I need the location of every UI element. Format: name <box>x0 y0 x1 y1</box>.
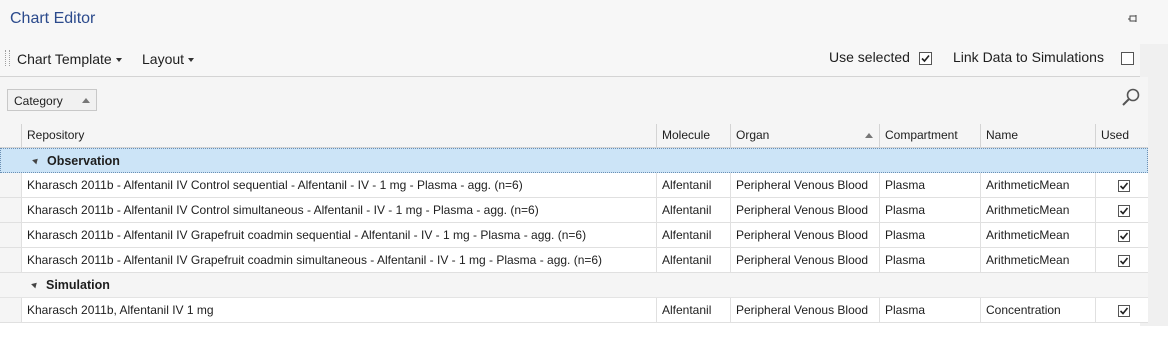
cell-repository: Kharasch 2011b, Alfentanil IV 1 mg <box>21 298 656 322</box>
cell-compartment: Plasma <box>879 198 980 222</box>
cell-compartment: Plasma <box>879 173 980 197</box>
cell-name: ArithmeticMean <box>980 173 1095 197</box>
cell-organ: Peripheral Venous Blood <box>730 223 879 247</box>
row-indent <box>0 173 21 197</box>
checkmark-icon <box>1119 207 1129 215</box>
cell-molecule: Alfentanil <box>656 173 730 197</box>
window-title: Chart Editor <box>10 10 96 27</box>
chart-template-label: Chart Template <box>17 51 112 67</box>
chart-template-menu[interactable]: Chart Template <box>17 48 122 70</box>
cell-molecule: Alfentanil <box>656 298 730 322</box>
cell-repository: Kharasch 2011b - Alfentanil IV Grapefrui… <box>21 223 656 247</box>
sort-ascending-icon <box>865 133 873 138</box>
cell-molecule: Alfentanil <box>656 248 730 272</box>
row-indent <box>0 248 21 272</box>
column-header-used[interactable]: Used <box>1095 124 1148 147</box>
cell-compartment: Plasma <box>879 298 980 322</box>
group-row-observation[interactable]: Observation <box>0 148 1148 173</box>
chevron-down-icon <box>115 58 122 63</box>
cell-name: Concentration <box>980 298 1095 322</box>
used-checkbox[interactable] <box>1118 255 1130 267</box>
group-chip-category[interactable]: Category <box>7 89 97 111</box>
checkmark-icon <box>1119 232 1129 240</box>
use-selected-label: Use selected <box>829 49 910 65</box>
collapse-icon[interactable] <box>32 156 40 165</box>
cell-molecule: Alfentanil <box>656 223 730 247</box>
pin-icon[interactable] <box>1126 12 1140 26</box>
row-indent <box>0 298 21 322</box>
used-checkbox[interactable] <box>1118 230 1130 242</box>
group-row-simulation[interactable]: Simulation <box>0 273 1148 298</box>
table-row[interactable]: Kharasch 2011b - Alfentanil IV Control s… <box>0 198 1148 223</box>
group-by-panel: Category <box>0 77 1148 125</box>
table-row[interactable]: Kharasch 2011b - Alfentanil IV Control s… <box>0 173 1148 198</box>
row-indent <box>0 198 21 222</box>
cell-repository: Kharasch 2011b - Alfentanil IV Control s… <box>21 173 656 197</box>
cell-repository: Kharasch 2011b - Alfentanil IV Grapefrui… <box>21 248 656 272</box>
cell-compartment: Plasma <box>879 248 980 272</box>
cell-repository: Kharasch 2011b - Alfentanil IV Control s… <box>21 198 656 222</box>
cell-organ: Peripheral Venous Blood <box>730 173 879 197</box>
cell-organ: Peripheral Venous Blood <box>730 298 879 322</box>
checkmark-icon <box>1119 307 1129 315</box>
cell-organ: Peripheral Venous Blood <box>730 248 879 272</box>
cell-name: ArithmeticMean <box>980 248 1095 272</box>
column-header-organ-label: Organ <box>736 128 770 142</box>
toolbar: Chart Template Layout Use selected Link … <box>0 44 1140 77</box>
link-data-label: Link Data to Simulations <box>953 49 1104 65</box>
column-header-name[interactable]: Name <box>980 124 1095 147</box>
column-header-organ[interactable]: Organ <box>730 124 879 147</box>
table-row[interactable]: Kharasch 2011b, Alfentanil IV 1 mg Alfen… <box>0 298 1148 323</box>
table-row[interactable]: Kharasch 2011b - Alfentanil IV Grapefrui… <box>0 223 1148 248</box>
group-chip-label: Category <box>14 94 63 108</box>
cell-organ: Peripheral Venous Blood <box>730 198 879 222</box>
group-label: Simulation <box>46 278 110 292</box>
column-header-molecule[interactable]: Molecule <box>656 124 730 147</box>
column-header-repository[interactable]: Repository <box>21 124 656 147</box>
checkmark-icon <box>921 54 930 63</box>
link-data-checkbox[interactable] <box>1121 52 1134 65</box>
checkmark-icon <box>1119 257 1129 265</box>
layout-menu[interactable]: Layout <box>142 48 195 70</box>
cell-name: ArithmeticMean <box>980 198 1095 222</box>
table-row[interactable]: Kharasch 2011b - Alfentanil IV Grapefrui… <box>0 248 1148 273</box>
data-grid: Repository Molecule Organ Compartment Na… <box>0 124 1148 323</box>
grid-header-row: Repository Molecule Organ Compartment Na… <box>0 124 1148 148</box>
cell-compartment: Plasma <box>879 223 980 247</box>
group-label: Observation <box>47 154 120 168</box>
checkmark-icon <box>1119 182 1129 190</box>
used-checkbox[interactable] <box>1118 305 1130 317</box>
used-checkbox[interactable] <box>1118 180 1130 192</box>
row-indent <box>0 223 21 247</box>
cell-molecule: Alfentanil <box>656 198 730 222</box>
collapse-icon[interactable] <box>31 280 39 289</box>
layout-label: Layout <box>142 51 185 67</box>
column-header-compartment[interactable]: Compartment <box>879 124 980 147</box>
use-selected-checkbox[interactable] <box>919 52 932 65</box>
toolbar-grip[interactable] <box>5 50 10 66</box>
search-icon[interactable] <box>1121 87 1141 107</box>
title-bar: Chart Editor <box>0 0 1168 44</box>
chevron-down-icon <box>188 58 195 63</box>
cell-name: ArithmeticMean <box>980 223 1095 247</box>
used-checkbox[interactable] <box>1118 205 1130 217</box>
sort-ascending-icon <box>82 98 90 103</box>
